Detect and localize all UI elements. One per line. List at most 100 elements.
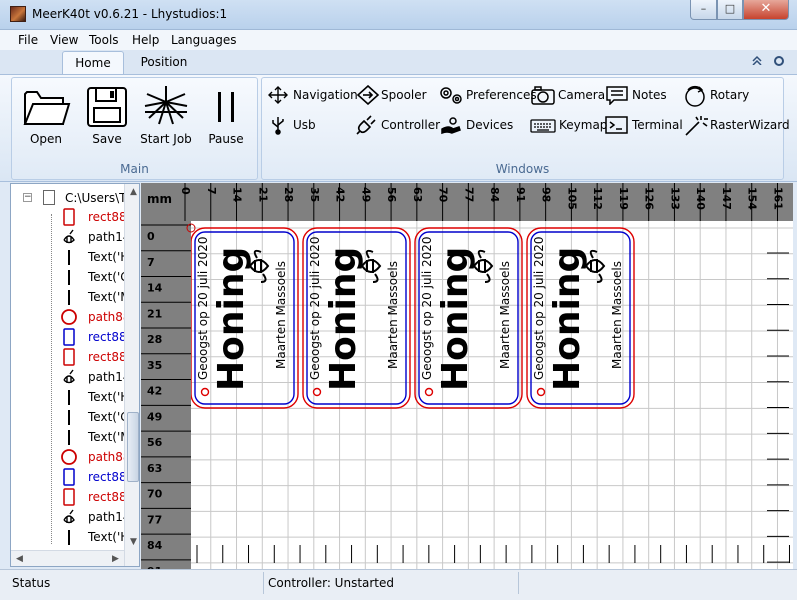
x-ruler-label: 140 <box>694 187 707 210</box>
x-ruler-label: 0 <box>179 187 192 195</box>
rect-icon <box>63 328 75 346</box>
y-ruler-label: 77 <box>147 513 162 526</box>
controller-button[interactable]: Controller <box>356 114 440 136</box>
terminal-icon <box>605 116 628 134</box>
ruler-unit: mm <box>147 192 172 206</box>
save-label: Save <box>92 132 122 146</box>
gears-icon <box>440 87 462 104</box>
scroll-up-icon[interactable]: ▲ <box>125 184 139 200</box>
label-date-text: Geoogst op 20 juli 2020 <box>420 236 434 380</box>
y-ruler-label: 14 <box>147 282 163 295</box>
maximize-button[interactable]: □ <box>717 0 743 20</box>
usb-button[interactable]: Usb <box>268 114 328 136</box>
status-text: Status <box>12 576 51 590</box>
keymap-label: Keymap <box>559 118 608 132</box>
element-tree-panel[interactable]: − C:\Users\Ta rect888 path14 Text('H Text('… <box>10 183 140 567</box>
rasterwizard-button[interactable]: RasterWizard <box>683 114 790 136</box>
menu-bar: File View Tools Help Languages <box>0 30 797 50</box>
camera-icon <box>531 86 555 105</box>
rotary-button[interactable]: Rotary <box>683 84 753 107</box>
circle-icon <box>61 309 77 325</box>
pause-button[interactable]: Pause <box>198 84 254 156</box>
collapse-toggle-icon[interactable]: − <box>23 193 32 202</box>
rotary-icon <box>685 85 705 107</box>
x-ruler-label: 21 <box>256 187 269 202</box>
scroll-right-icon[interactable]: ▶ <box>107 551 124 566</box>
spooler-icon <box>356 85 380 105</box>
start-job-button[interactable]: Start Job <box>138 84 194 156</box>
scroll-left-icon[interactable]: ◀ <box>11 551 28 566</box>
keymap-button[interactable]: Keymap <box>530 114 607 136</box>
menu-file[interactable]: File <box>18 33 38 47</box>
move-arrows-icon <box>268 86 288 104</box>
devices-icon <box>441 117 461 135</box>
close-button[interactable]: ✕ <box>743 0 789 20</box>
x-ruler-label: 126 <box>643 187 656 210</box>
scroll-down-icon[interactable]: ▼ <box>125 534 139 550</box>
scene-canvas[interactable]: Geoogst op 20 juli 2020 Honing Maarten Mas… <box>141 183 793 569</box>
tab-position[interactable]: Position <box>128 51 200 74</box>
controller-status: Controller: Unstarted <box>268 576 395 590</box>
x-ruler-label: 161 <box>771 187 784 210</box>
x-ruler-label: 49 <box>359 187 372 202</box>
label-date-text: Geoogst op 20 juli 2020 <box>196 236 210 380</box>
status-separator <box>518 572 519 594</box>
navigation-button[interactable]: Navigation <box>266 84 358 106</box>
scene-svg[interactable]: Geoogst op 20 juli 2020 Honing Maarten Mas… <box>141 183 793 569</box>
tree-horizontal-scrollbar[interactable]: ◀ ▶ <box>11 550 124 566</box>
scroll-thumb[interactable] <box>127 412 139 482</box>
y-ruler-label: 56 <box>147 436 163 449</box>
windows-group-label: Windows <box>495 162 550 176</box>
circle-icon <box>61 449 77 465</box>
terminal-button[interactable]: Terminal <box>605 114 685 136</box>
preferences-button[interactable]: Preferences <box>437 84 537 106</box>
text-icon <box>68 290 70 305</box>
x-ruler-label: 119 <box>617 187 630 210</box>
rasterwizard-label: RasterWizard <box>710 118 790 132</box>
preferences-label: Preferences <box>466 88 537 102</box>
rect-icon <box>63 348 75 366</box>
menu-view[interactable]: View <box>50 33 78 47</box>
text-icon <box>68 530 70 545</box>
usb-icon <box>272 117 284 135</box>
x-ruler-label: 154 <box>746 187 759 210</box>
plug-icon <box>356 115 376 135</box>
controller-label: Controller <box>381 118 441 132</box>
file-icon <box>43 190 55 205</box>
x-ruler-label: 91 <box>514 187 527 202</box>
text-icon <box>68 410 70 425</box>
text-icon <box>68 270 70 285</box>
camera-button[interactable]: Camera <box>530 84 606 106</box>
notes-button[interactable]: Notes <box>605 84 669 106</box>
tree-vertical-scrollbar[interactable]: ▲ ▼ <box>124 184 139 566</box>
title-bar: MeerK40t v0.6.21 - Lhystudios:1 – □ ✕ <box>0 0 797 30</box>
menu-help[interactable]: Help <box>132 33 159 47</box>
open-label: Open <box>29 132 63 146</box>
open-button[interactable]: Open <box>18 84 74 156</box>
minimize-button[interactable]: – <box>690 0 717 20</box>
devices-button[interactable]: Devices <box>439 114 513 136</box>
label-main-text: Honing <box>211 247 252 391</box>
x-ruler-label: 70 <box>437 187 450 203</box>
collapse-ribbon-icon[interactable] <box>752 55 762 65</box>
y-ruler-label: 84 <box>147 539 163 552</box>
ribbon-settings-icon[interactable] <box>773 55 785 67</box>
save-button[interactable]: Save <box>79 84 135 156</box>
y-ruler-label: 7 <box>147 256 155 269</box>
status-separator <box>263 572 264 594</box>
usb-label: Usb <box>293 118 316 132</box>
label-name-text: Maarten Massoels <box>274 261 288 369</box>
menu-tools[interactable]: Tools <box>89 33 119 47</box>
x-ruler-label: 35 <box>308 187 321 202</box>
x-ruler-label: 147 <box>720 187 733 210</box>
status-bar: Status Controller: Unstarted <box>0 569 797 600</box>
camera-label: Camera <box>558 88 606 102</box>
x-ruler-label: 105 <box>565 187 578 210</box>
x-ruler-label: 98 <box>540 187 553 202</box>
magic-wand-icon <box>685 116 708 136</box>
menu-languages[interactable]: Languages <box>171 33 236 47</box>
spooler-button[interactable]: Spooler <box>356 84 428 106</box>
tab-home[interactable]: Home <box>62 51 124 74</box>
start-job-label: Start Job <box>140 132 192 146</box>
pause-label: Pause <box>208 132 244 146</box>
